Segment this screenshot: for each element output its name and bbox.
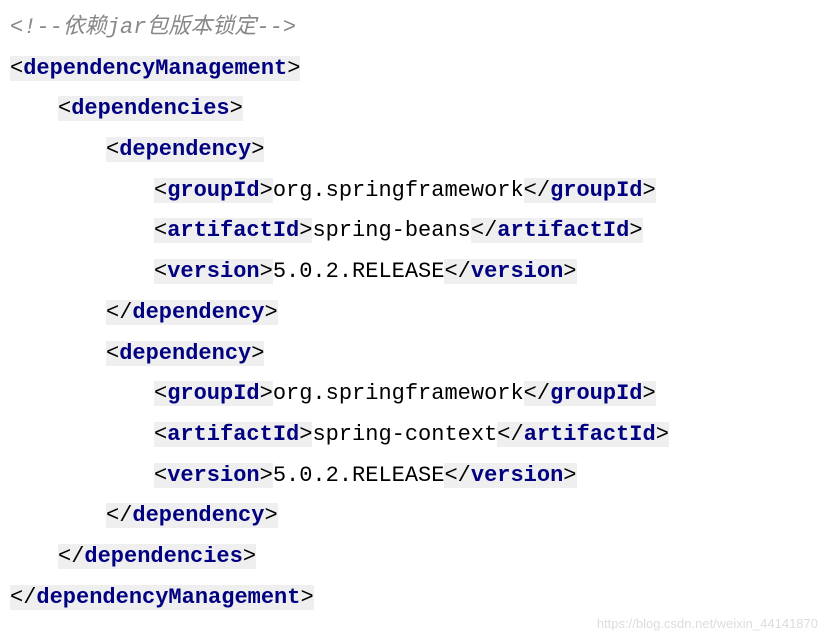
- version-value: 5.0.2.RELEASE: [273, 463, 445, 488]
- close-dependencies: </dependencies>: [10, 537, 818, 578]
- open-dependencies: <dependencies>: [10, 89, 818, 130]
- watermark-text: https://blog.csdn.net/weixin_44141870: [597, 612, 818, 636]
- version-line: <version>5.0.2.RELEASE</version>: [10, 252, 818, 293]
- xml-code-block: <!--依赖jar包版本锁定--> <dependencyManagement>…: [10, 8, 818, 618]
- version-line: <version>5.0.2.RELEASE</version>: [10, 456, 818, 497]
- xml-comment: <!--依赖jar包版本锁定-->: [10, 15, 296, 40]
- groupId-line: <groupId>org.springframework</groupId>: [10, 171, 818, 212]
- groupId-line: <groupId>org.springframework</groupId>: [10, 374, 818, 415]
- close-dependency: </dependency>: [10, 293, 818, 334]
- close-dependency: </dependency>: [10, 496, 818, 537]
- groupId-value: org.springframework: [273, 381, 524, 406]
- artifactId-line: <artifactId>spring-beans</artifactId>: [10, 211, 818, 252]
- artifactId-value: spring-context: [312, 422, 497, 447]
- groupId-value: org.springframework: [273, 178, 524, 203]
- version-value: 5.0.2.RELEASE: [273, 259, 445, 284]
- open-dependencyManagement: <dependencyManagement>: [10, 49, 818, 90]
- open-dependency: <dependency>: [10, 334, 818, 375]
- open-dependency: <dependency>: [10, 130, 818, 171]
- artifactId-line: <artifactId>spring-context</artifactId>: [10, 415, 818, 456]
- artifactId-value: spring-beans: [312, 218, 470, 243]
- comment-line: <!--依赖jar包版本锁定-->: [10, 8, 818, 49]
